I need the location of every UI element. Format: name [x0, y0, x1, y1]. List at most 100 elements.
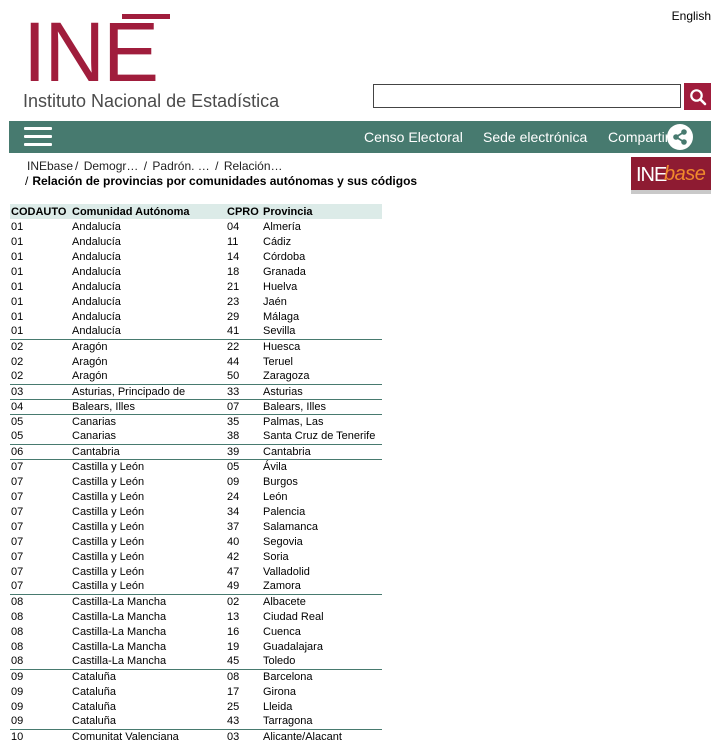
table-header-row: CODAUTO Comunidad Autónoma CPRO Provinci… [10, 204, 382, 219]
breadcrumb-item-relacion[interactable]: Relación… [224, 159, 283, 173]
cell-cpro: 14 [227, 250, 240, 263]
cell-comunidad: Castilla y León [72, 565, 145, 578]
cell-codauto: 07 [11, 475, 24, 488]
cell-codauto: 01 [11, 250, 24, 263]
cell-cpro: 04 [227, 220, 240, 233]
ine-logo[interactable]: INE Instituto Nacional de Estadística [23, 10, 293, 114]
table-row: 01 Andalucía 14 Córdoba [10, 249, 382, 264]
cell-provincia: Zamora [263, 580, 301, 593]
cell-codauto: 07 [11, 580, 24, 593]
cell-provincia: Cádiz [263, 235, 292, 248]
inebase-logo[interactable]: INE base [631, 157, 711, 194]
cell-comunidad: Andalucía [72, 295, 121, 308]
cell-comunidad: Cataluña [71, 668, 226, 684]
cell-cpro: 08 [226, 668, 262, 684]
cell-provincia: Alicante/Alacant [262, 728, 382, 744]
cell-codauto: 05 [10, 413, 71, 429]
inebase-logo-ine: INE [636, 164, 667, 186]
cell-provincia: Barcelona [262, 668, 382, 684]
cell-codauto: 01 [11, 280, 24, 293]
cell-codauto: 07 [11, 565, 24, 578]
cell-provincia: Lleida [263, 700, 293, 713]
cell-codauto: 07 [11, 490, 24, 503]
breadcrumb-item-inebase[interactable]: INEbase [27, 159, 73, 173]
cell-comunidad: Andalucía [72, 235, 121, 248]
cell-provincia: Segovia [263, 535, 303, 548]
cell-codauto: 01 [11, 310, 24, 323]
search-input[interactable] [373, 84, 681, 108]
cell-codauto: 01 [11, 235, 24, 248]
table-row: 07 Castilla y León 40 Segovia [10, 534, 382, 549]
cell-codauto: 07 [11, 505, 24, 518]
cell-cpro: 42 [227, 550, 240, 563]
logo-wordmark: INE [23, 5, 159, 99]
nav-link-censo-electoral[interactable]: Censo Electoral [364, 129, 463, 145]
cell-codauto: 01 [11, 220, 24, 233]
cell-provincia: Huelva [263, 280, 298, 293]
cell-cpro: 09 [227, 475, 240, 488]
cell-provincia: Girona [263, 685, 297, 698]
cell-comunidad: Andalucía [72, 310, 121, 323]
cell-provincia: Jaén [263, 295, 287, 308]
cell-comunidad: Cataluña [72, 715, 117, 728]
main-navbar: Censo Electoral Sede electrónica Compart… [9, 121, 711, 153]
page-title: Relación de provincias por comunidades a… [32, 174, 418, 188]
search-button[interactable] [684, 83, 711, 110]
cell-comunidad: Castilla-La Mancha [72, 610, 167, 623]
cell-codauto: 06 [10, 443, 71, 459]
cell-cpro: 22 [226, 338, 262, 354]
cell-comunidad: Aragón [72, 370, 108, 383]
logo-macron [122, 14, 170, 19]
nav-link-sede-electronica[interactable]: Sede electrónica [483, 129, 587, 145]
cell-codauto: 07 [10, 458, 71, 474]
cell-cpro: 13 [227, 610, 240, 623]
cell-comunidad: Aragón [71, 338, 226, 354]
nav-link-compartir[interactable]: Compartir [608, 129, 669, 145]
table-row: 09 Cataluña 08 Barcelona [10, 668, 382, 684]
cell-comunidad: Cataluña [72, 700, 117, 713]
cell-cpro: 34 [227, 505, 240, 518]
table-row: 08 Castilla-La Mancha 19 Guadalajara [10, 639, 382, 654]
cell-codauto: 09 [11, 715, 24, 728]
table-row: 01 Andalucía 11 Cádiz [10, 234, 382, 249]
share-icon[interactable] [667, 124, 693, 150]
cell-comunidad: Castilla y León [72, 550, 145, 563]
table-row: 08 Castilla-La Mancha 16 Cuenca [10, 624, 382, 639]
table-row: 07 Castilla y León 37 Salamanca [10, 519, 382, 534]
cell-provincia: Teruel [263, 355, 293, 368]
cell-cpro: 05 [226, 458, 262, 474]
cell-comunidad: Castilla-La Mancha [72, 655, 167, 668]
cell-codauto: 08 [10, 593, 71, 609]
cell-codauto: 07 [11, 550, 24, 563]
cell-provincia: Huesca [262, 338, 382, 354]
cell-codauto: 09 [10, 668, 71, 684]
table-body: 01 Andalucía 04 Almería 01 Andalucía 11 Cádiz 01… [10, 219, 382, 744]
cell-provincia: Soria [263, 550, 289, 563]
provinces-table: CODAUTO Comunidad Autónoma CPRO Provinci… [10, 204, 382, 744]
cell-comunidad: Castilla-La Mancha [72, 640, 167, 653]
cell-cpro: 50 [227, 370, 240, 383]
cell-comunidad: Andalucía [72, 220, 121, 233]
cell-comunidad: Castilla-La Mancha [72, 625, 167, 638]
cell-provincia: Burgos [263, 475, 298, 488]
cell-comunidad: Aragón [72, 355, 108, 368]
language-link-english[interactable]: English [672, 9, 711, 23]
column-header-provincia: Provincia [262, 204, 382, 219]
table-row: 07 Castilla y León 47 Valladolid [10, 564, 382, 579]
cell-cpro: 02 [226, 593, 262, 609]
cell-cpro: 24 [227, 490, 240, 503]
breadcrumb-item-padron[interactable]: Padrón. … [152, 159, 209, 173]
cell-comunidad: Castilla y León [72, 475, 145, 488]
cell-cpro: 19 [227, 640, 240, 653]
cell-provincia: Toledo [263, 655, 296, 668]
breadcrumb-item-demografia[interactable]: Demogr… [84, 159, 139, 173]
cell-codauto: 08 [11, 610, 24, 623]
table-row: 01 Andalucía 04 Almería [10, 219, 382, 234]
cell-provincia: Salamanca [263, 520, 319, 533]
cell-cpro: 16 [227, 625, 240, 638]
cell-cpro: 43 [227, 715, 240, 728]
table-row: 05 Canarias 35 Palmas, Las [10, 413, 382, 429]
cell-cpro: 45 [227, 655, 240, 668]
hamburger-menu-icon[interactable] [24, 127, 52, 147]
cell-provincia: Guadalajara [263, 640, 323, 653]
